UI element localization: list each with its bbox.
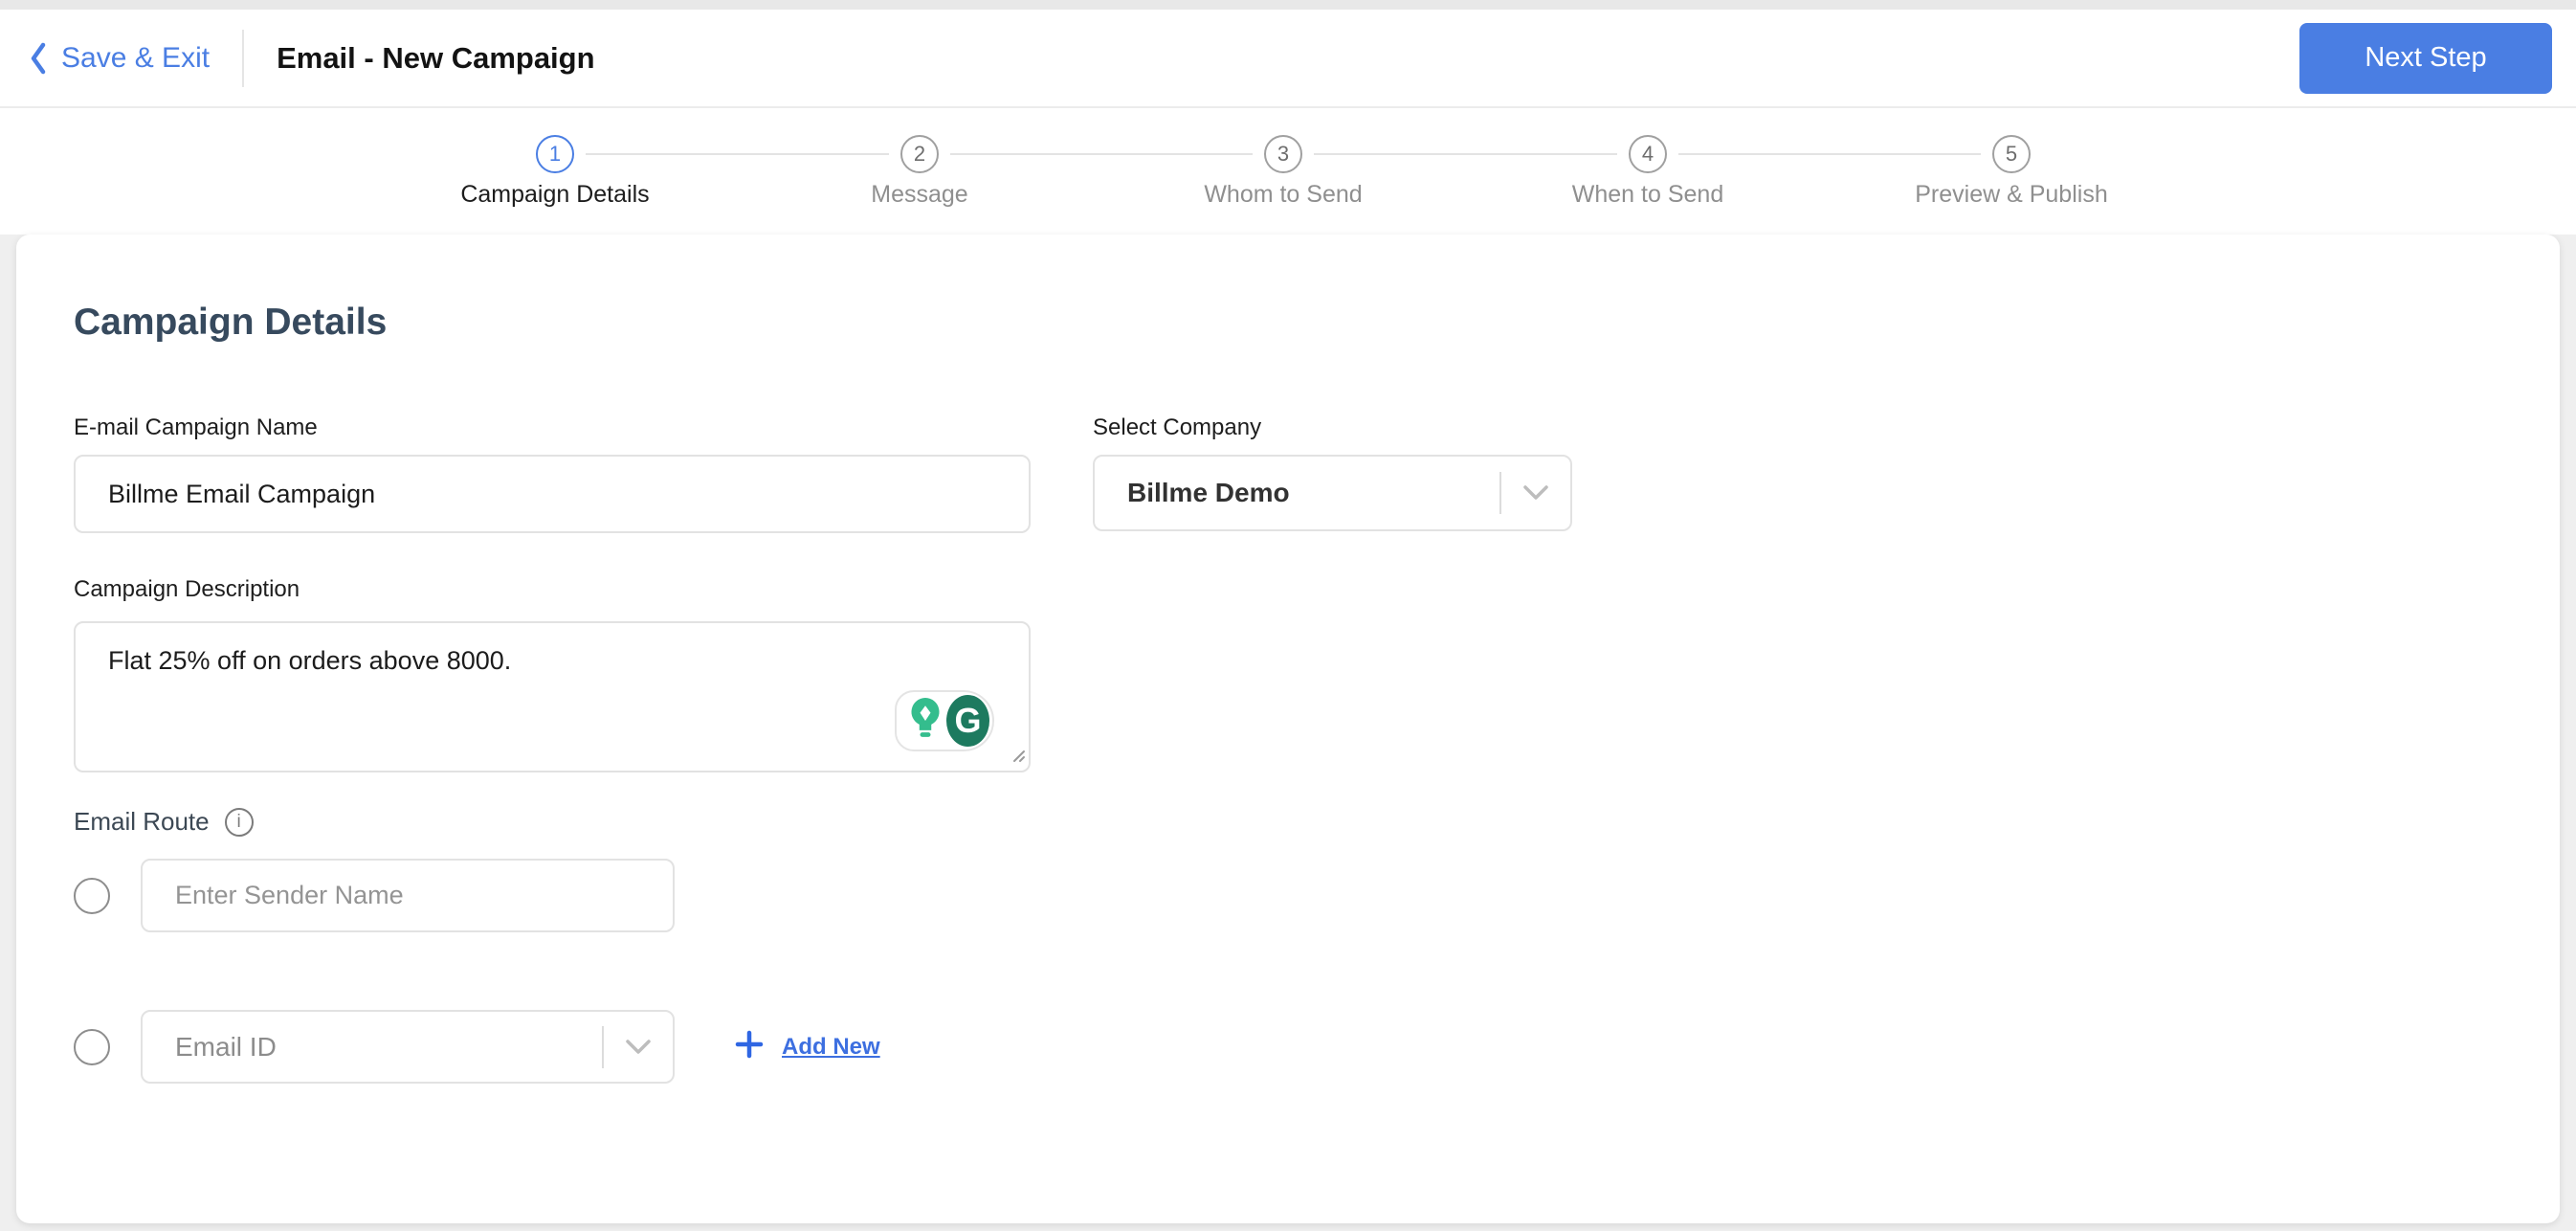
sender-name-radio[interactable]: [74, 877, 110, 914]
resize-handle-icon[interactable]: [1008, 745, 1027, 769]
select-right-zone: [1499, 457, 1570, 529]
card-heading: Campaign Details: [74, 302, 388, 343]
step-number-badge: 4: [1629, 135, 1667, 173]
step-campaign-details[interactable]: 1 Campaign Details: [373, 135, 737, 209]
sender-name-option-row: [74, 859, 675, 932]
step-preview-publish[interactable]: 5 Preview & Publish: [1830, 135, 2193, 209]
chevron-down-icon: [604, 1039, 673, 1056]
email-id-option-row: Email ID Add New: [74, 1010, 880, 1084]
campaign-name-label: E-mail Campaign Name: [74, 414, 318, 440]
lightbulb-icon[interactable]: [904, 695, 946, 748]
campaign-description-label: Campaign Description: [74, 576, 300, 602]
step-number-badge: 3: [1264, 135, 1302, 173]
info-icon[interactable]: i: [224, 807, 254, 837]
add-new-label: Add New: [782, 1033, 880, 1060]
content-area: Campaign Details E-mail Campaign Name Se…: [0, 235, 2576, 1231]
step-whom-to-send[interactable]: 3 Whom to Send: [1101, 135, 1465, 209]
select-right-zone: [602, 1012, 673, 1082]
add-new-button[interactable]: Add New: [734, 1029, 880, 1064]
page-title: Email - New Campaign: [277, 40, 595, 75]
stepper-connector: [1678, 153, 1981, 155]
save-exit-label: Save & Exit: [61, 41, 211, 74]
grammarly-g-icon[interactable]: G: [946, 695, 989, 747]
wizard-stepper: 1 Campaign Details 2 Message 3 Whom to S…: [0, 110, 2576, 235]
campaign-details-card: Campaign Details E-mail Campaign Name Se…: [16, 235, 2560, 1223]
step-label: Campaign Details: [460, 181, 650, 208]
email-id-select-placeholder: Email ID: [175, 1031, 277, 1062]
chevron-down-icon: [1501, 484, 1570, 502]
email-id-select[interactable]: Email ID: [141, 1010, 675, 1084]
grammarly-widget[interactable]: G: [895, 690, 994, 751]
campaign-description-textarea[interactable]: Flat 25% off on orders above 8000.: [74, 621, 1031, 772]
campaign-description-wrap: Flat 25% off on orders above 8000. G: [74, 621, 1031, 772]
next-step-button[interactable]: Next Step: [2299, 22, 2552, 94]
email-route-label: Email Route: [74, 807, 210, 836]
stepper-connector: [950, 153, 1253, 155]
sender-name-input[interactable]: [141, 859, 675, 932]
email-route-row: Email Route i: [74, 807, 254, 837]
company-select-value: Billme Demo: [1127, 478, 1290, 507]
step-label: Message: [871, 181, 968, 208]
step-label: Whom to Send: [1204, 181, 1363, 208]
email-new-campaign-screen: Save & Exit Email - New Campaign Next St…: [0, 0, 2576, 1231]
step-label: When to Send: [1571, 181, 1724, 208]
email-id-radio[interactable]: [74, 1028, 110, 1065]
step-number-badge: 5: [1992, 135, 2031, 173]
plus-icon: [734, 1029, 765, 1064]
company-select[interactable]: Billme Demo: [1093, 455, 1572, 531]
chevron-left-icon: [29, 42, 48, 75]
step-number-badge: 1: [536, 135, 574, 173]
window-top-strip: [0, 0, 2576, 10]
save-exit-button[interactable]: Save & Exit: [29, 42, 210, 75]
step-message[interactable]: 2 Message: [738, 135, 1101, 209]
stepper-connector: [1314, 153, 1617, 155]
header-bar: Save & Exit Email - New Campaign Next St…: [0, 10, 2576, 108]
step-number-badge: 2: [900, 135, 939, 173]
stepper-connector: [586, 153, 889, 155]
select-company-label: Select Company: [1093, 414, 1262, 440]
step-label: Preview & Publish: [1915, 181, 2108, 208]
campaign-name-input[interactable]: [74, 455, 1031, 533]
step-when-to-send[interactable]: 4 When to Send: [1466, 135, 1830, 209]
header-divider: [242, 29, 245, 87]
